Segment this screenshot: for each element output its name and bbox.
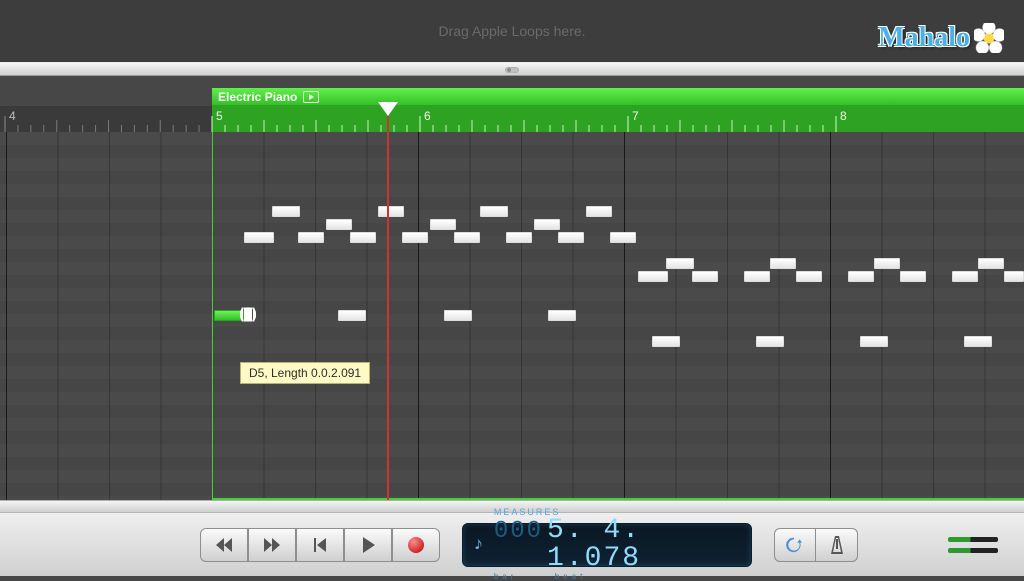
note-icon: ♪	[473, 535, 484, 555]
svg-text:6: 6	[424, 109, 431, 123]
midi-note[interactable]	[326, 219, 352, 230]
region-outline	[212, 132, 1024, 500]
go-to-start-button[interactable]	[296, 528, 344, 562]
record-icon	[408, 537, 424, 553]
midi-note[interactable]	[586, 206, 612, 217]
midi-note[interactable]	[1004, 271, 1024, 282]
midi-note[interactable]	[964, 336, 992, 347]
drop-hint-text: Drag Apple Loops here.	[438, 23, 585, 39]
midi-note[interactable]	[978, 258, 1004, 269]
midi-note[interactable]	[652, 336, 680, 347]
loop-drop-area[interactable]: Drag Apple Loops here.	[0, 0, 1024, 62]
midi-note[interactable]	[558, 232, 584, 243]
midi-note[interactable]	[952, 271, 978, 282]
midi-note[interactable]	[548, 310, 576, 321]
svg-text:8: 8	[840, 109, 847, 123]
playhead-line[interactable]	[387, 116, 389, 500]
watermark-text: Mahalo	[878, 22, 970, 54]
midi-note[interactable]	[338, 310, 366, 321]
midi-note[interactable]	[860, 336, 888, 347]
rewind-button[interactable]	[200, 528, 248, 562]
svg-text:7: 7	[632, 109, 639, 123]
lcd-position: 5. 4. 1.078	[547, 517, 741, 573]
midi-note[interactable]	[506, 232, 532, 243]
midi-note[interactable]	[756, 336, 784, 347]
svg-text:4: 4	[9, 109, 16, 123]
cycle-button[interactable]	[774, 528, 816, 562]
lcd-display[interactable]: ♪ MEASURES 000 5. 4. 1.078 bar beat	[462, 523, 752, 567]
mahalo-watermark: Mahalo	[878, 22, 1004, 54]
piano-roll-editor[interactable]: D5, Length 0.0.2.091	[0, 132, 1024, 500]
timeline-ruler[interactable]: 4 5 6 7 8	[0, 106, 1024, 132]
midi-note[interactable]	[900, 271, 926, 282]
playhead-marker-icon[interactable]	[378, 102, 398, 116]
meter-left	[948, 537, 998, 542]
lcd-dim-digits: 000	[494, 520, 543, 544]
midi-note[interactable]	[796, 271, 822, 282]
svg-text:5: 5	[216, 109, 223, 123]
midi-note[interactable]	[692, 271, 718, 282]
transport-buttons	[200, 528, 440, 562]
fast-forward-button[interactable]	[248, 528, 296, 562]
midi-note[interactable]	[744, 271, 770, 282]
note-resize-handle-icon[interactable]	[240, 308, 256, 325]
region-play-icon[interactable]	[303, 91, 319, 103]
midi-note[interactable]	[666, 258, 694, 269]
pane-divider[interactable]	[0, 62, 1024, 76]
region-header[interactable]: Electric Piano	[212, 88, 1024, 106]
play-button[interactable]	[344, 528, 392, 562]
midi-note[interactable]	[874, 258, 900, 269]
midi-note[interactable]	[454, 232, 480, 243]
midi-note[interactable]	[638, 271, 668, 282]
midi-note[interactable]	[298, 232, 324, 243]
midi-note[interactable]	[402, 232, 428, 243]
lcd-sub-bar: bar	[494, 572, 518, 581]
level-meter	[948, 537, 998, 553]
transport-bar: ♪ MEASURES 000 5. 4. 1.078 bar beat	[0, 512, 1024, 576]
midi-note[interactable]	[430, 219, 456, 230]
midi-note[interactable]	[480, 206, 508, 217]
midi-note[interactable]	[770, 258, 796, 269]
record-button[interactable]	[392, 528, 440, 562]
midi-note[interactable]	[444, 310, 472, 321]
note-tooltip: D5, Length 0.0.2.091	[240, 362, 370, 384]
flower-icon	[974, 23, 1004, 53]
lcd-sub-beat: beat	[555, 572, 587, 581]
region-name: Electric Piano	[218, 90, 297, 104]
midi-note[interactable]	[244, 232, 274, 243]
utility-buttons	[774, 528, 858, 562]
midi-note[interactable]	[378, 206, 404, 217]
metronome-button[interactable]	[816, 528, 858, 562]
midi-note[interactable]	[610, 232, 636, 243]
ruler-ticks: 4 5 6 7 8	[0, 106, 1024, 132]
meter-right	[948, 548, 998, 553]
midi-note[interactable]	[350, 232, 376, 243]
tooltip-text: D5, Length 0.0.2.091	[249, 366, 361, 380]
midi-note[interactable]	[272, 206, 300, 217]
midi-note[interactable]	[848, 271, 874, 282]
midi-note[interactable]	[534, 219, 560, 230]
divider-grip-icon	[505, 67, 519, 73]
